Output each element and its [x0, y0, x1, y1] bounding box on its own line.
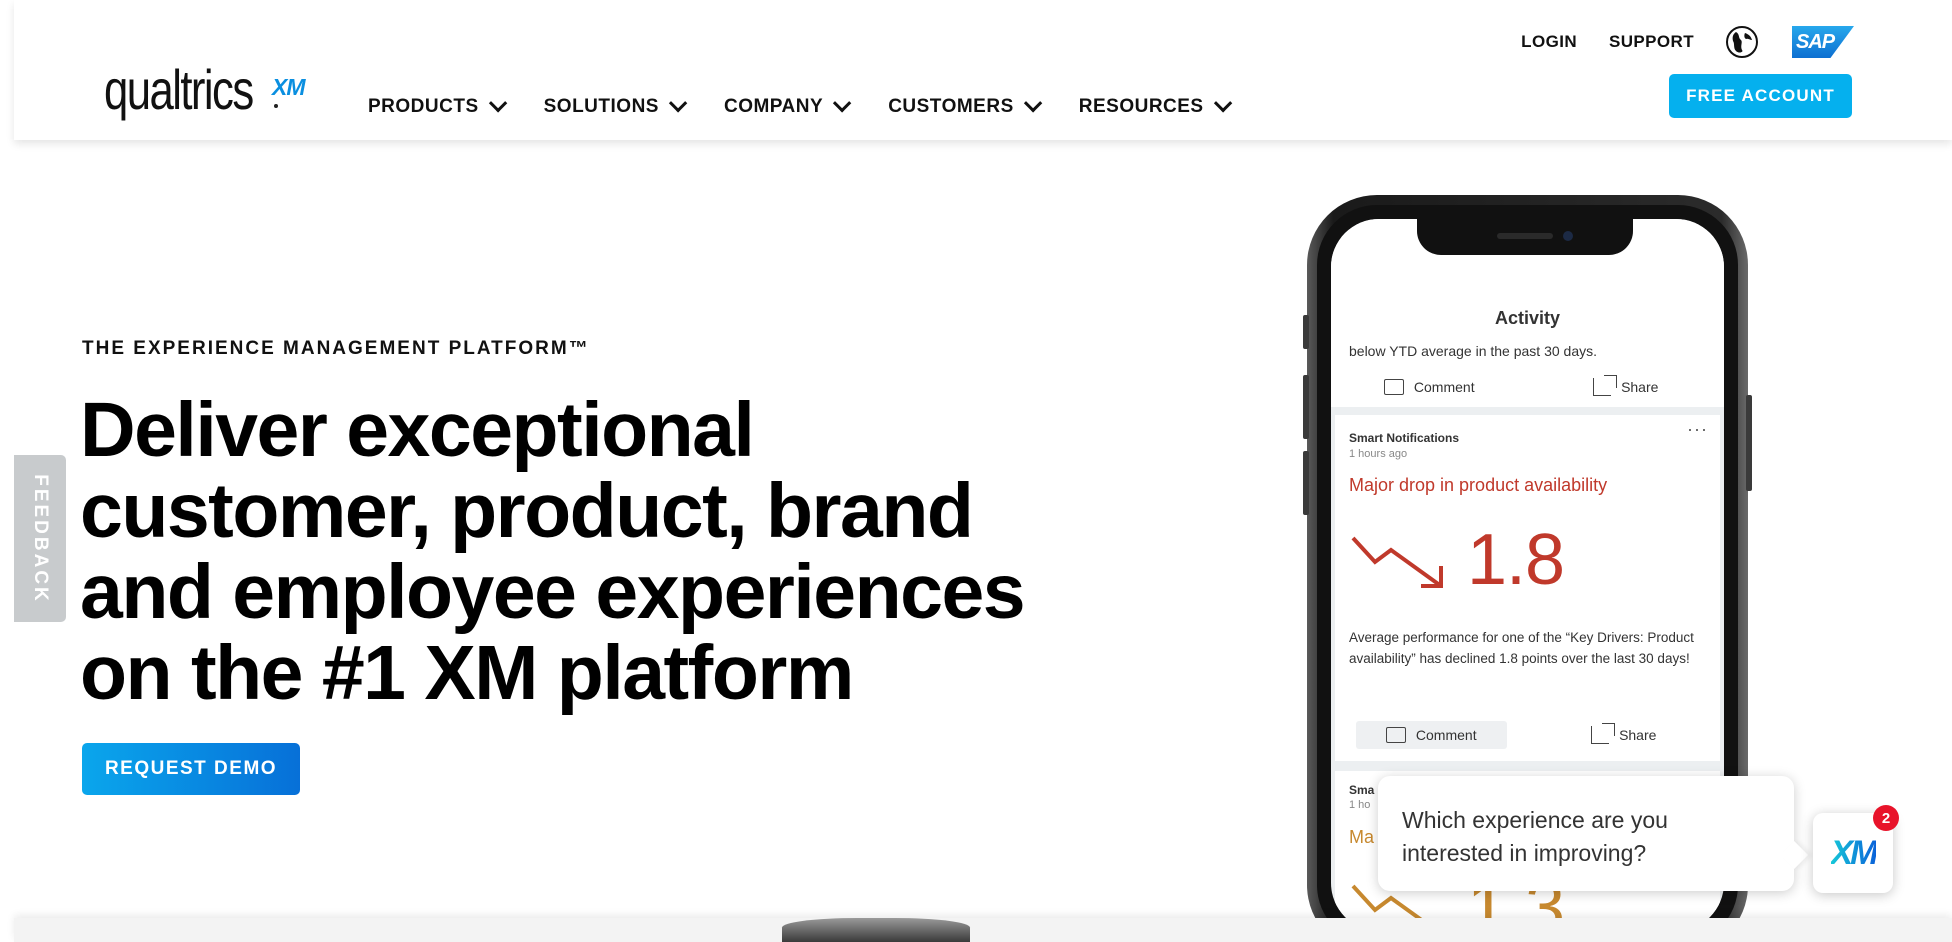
- comment-label: Comment: [1415, 727, 1477, 743]
- metric-display: 1.8: [1349, 519, 1565, 601]
- feedback-tab[interactable]: FEEDBACK: [14, 455, 66, 622]
- logo-xm-mark: XM: [272, 74, 305, 100]
- phone-notch: [1417, 219, 1633, 255]
- nav-solutions[interactable]: SOLUTIONS: [543, 93, 688, 118]
- share-icon: [1591, 723, 1616, 744]
- card-description: Average performance for one of the “Key …: [1349, 630, 1694, 666]
- nav-label: RESOURCES: [1078, 96, 1204, 117]
- card-timestamp: 1 hours ago: [1349, 448, 1408, 460]
- trend-down-arrow-icon: [1351, 536, 1443, 588]
- speaker-grille: [1497, 233, 1553, 239]
- share-icon: [1593, 375, 1618, 396]
- more-options-icon[interactable]: ···: [1687, 419, 1708, 440]
- site-header: qualtrics XM PRODUCTS SOLUTIONS COMPANY …: [14, 0, 1952, 140]
- card-source-label: Smart Notifications: [1349, 431, 1460, 445]
- chat-prompt-bubble[interactable]: Which experience are you interested in i…: [1378, 776, 1794, 891]
- chevron-down-icon: [1023, 93, 1043, 112]
- sap-logo[interactable]: SAP: [1792, 26, 1854, 58]
- headline-line: on the #1 XM platform: [80, 630, 854, 716]
- hero-headline: Deliver exceptional customer, product, b…: [80, 390, 1080, 714]
- share-label: Share: [1619, 727, 1657, 743]
- share-label: Share: [1621, 379, 1659, 395]
- headline-line: Deliver exceptional: [80, 387, 755, 473]
- chat-prompt-text: Which experience are you interested in i…: [1402, 807, 1668, 866]
- next-section-edge: [14, 918, 1952, 942]
- headline-line: and employee experiences: [80, 549, 1026, 635]
- card-timestamp: 1 ho: [1349, 799, 1371, 811]
- phone-side-button: [1303, 451, 1309, 515]
- phone-side-button: [1746, 395, 1752, 491]
- nav-label: CUSTOMERS: [888, 96, 1014, 117]
- comment-pressed-state: Comment: [1355, 721, 1507, 749]
- chevron-down-icon: [668, 93, 688, 112]
- hero-eyebrow: THE EXPERIENCE MANAGEMENT PLATFORM™: [82, 338, 590, 359]
- nav-customers[interactable]: CUSTOMERS: [888, 93, 1043, 118]
- free-account-button[interactable]: FREE ACCOUNT: [1669, 74, 1852, 118]
- metric-value: 1.8: [1467, 520, 1565, 600]
- nav-label: COMPANY: [723, 96, 824, 117]
- nav-products[interactable]: PRODUCTS: [368, 93, 507, 118]
- chevron-down-icon: [833, 93, 852, 112]
- person-photo: [782, 918, 970, 942]
- activity-header: Activity: [1494, 308, 1561, 328]
- comment-icon: [1385, 727, 1406, 743]
- nav-company[interactable]: COMPANY: [723, 93, 852, 118]
- utility-nav: LOGIN SUPPORT SAP: [1521, 26, 1854, 58]
- nav-label: PRODUCTS: [368, 96, 479, 117]
- comment-button[interactable]: Comment: [1335, 715, 1528, 755]
- comment-label: Comment: [1413, 379, 1475, 395]
- comment-icon: [1383, 379, 1404, 395]
- card-alert-title: Ma: [1349, 827, 1375, 847]
- main-nav: PRODUCTS SOLUTIONS COMPANY CUSTOMERS RES…: [368, 93, 1269, 118]
- support-link[interactable]: SUPPORT: [1609, 32, 1694, 52]
- login-link[interactable]: LOGIN: [1521, 32, 1577, 52]
- logo-dot: [274, 104, 278, 108]
- headline-line: customer, product, brand: [80, 468, 974, 554]
- card-source-label: Sma: [1349, 783, 1375, 797]
- nav-label: SOLUTIONS: [543, 96, 659, 117]
- globe-icon[interactable]: [1726, 26, 1758, 58]
- front-camera: [1563, 231, 1573, 241]
- previous-card-snippet: below YTD average in the past 30 days.: [1349, 343, 1598, 359]
- feedback-label: FEEDBACK: [30, 473, 51, 604]
- request-demo-button[interactable]: REQUEST DEMO: [82, 743, 300, 795]
- card-actions: Comment Share: [1331, 367, 1724, 407]
- unread-badge: 2: [1873, 805, 1899, 831]
- phone-side-button: [1303, 315, 1309, 349]
- card-alert-title: Major drop in product availability: [1349, 475, 1608, 495]
- xm-chat-icon: XM: [1830, 833, 1879, 872]
- notification-card: Smart Notifications 1 hours ago ··· Majo…: [1335, 415, 1720, 761]
- logo-wordmark: qualtrics: [104, 58, 254, 121]
- phone-side-button: [1303, 375, 1309, 439]
- share-button[interactable]: Share: [1528, 367, 1725, 407]
- card-actions: Comment Share: [1335, 715, 1720, 755]
- chat-launcher-button[interactable]: XM 2: [1813, 805, 1899, 893]
- nav-resources[interactable]: RESOURCES: [1078, 93, 1232, 118]
- chevron-down-icon: [488, 93, 507, 112]
- qualtrics-logo[interactable]: qualtrics XM: [104, 58, 305, 121]
- chevron-down-icon: [1213, 93, 1232, 112]
- share-button[interactable]: Share: [1528, 715, 1721, 755]
- comment-button[interactable]: Comment: [1331, 367, 1528, 407]
